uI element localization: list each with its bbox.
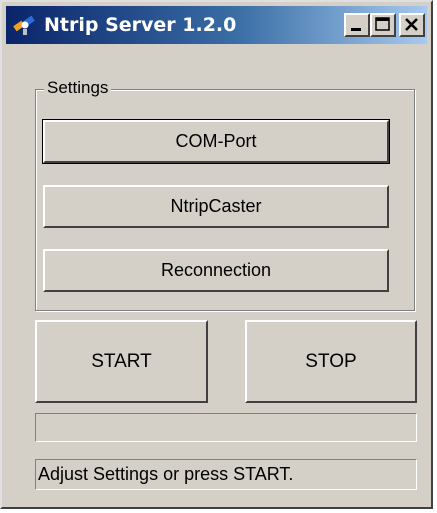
close-icon xyxy=(405,18,418,31)
maximize-button[interactable] xyxy=(370,13,396,37)
stop-button[interactable]: STOP xyxy=(245,320,417,403)
window-title: Ntrip Server 1.2.0 xyxy=(44,14,237,36)
app-window: Ntrip Server 1.2.0 Settings COM-Port Ntr… xyxy=(0,0,433,509)
progress-bar xyxy=(35,413,417,442)
title-bar[interactable]: Ntrip Server 1.2.0 xyxy=(6,6,427,44)
maximize-icon xyxy=(375,17,390,31)
com-port-button[interactable]: COM-Port xyxy=(42,119,390,164)
minimize-icon xyxy=(351,28,361,31)
status-bar: Adjust Settings or press START. xyxy=(35,459,417,490)
reconnection-button[interactable]: Reconnection xyxy=(43,249,389,292)
start-button[interactable]: START xyxy=(35,320,208,403)
ntrip-caster-button[interactable]: NtripCaster xyxy=(43,185,389,228)
minimize-button[interactable] xyxy=(344,13,370,37)
settings-group-label: Settings xyxy=(44,78,112,98)
satellite-icon xyxy=(12,13,38,37)
close-button[interactable] xyxy=(399,13,425,37)
